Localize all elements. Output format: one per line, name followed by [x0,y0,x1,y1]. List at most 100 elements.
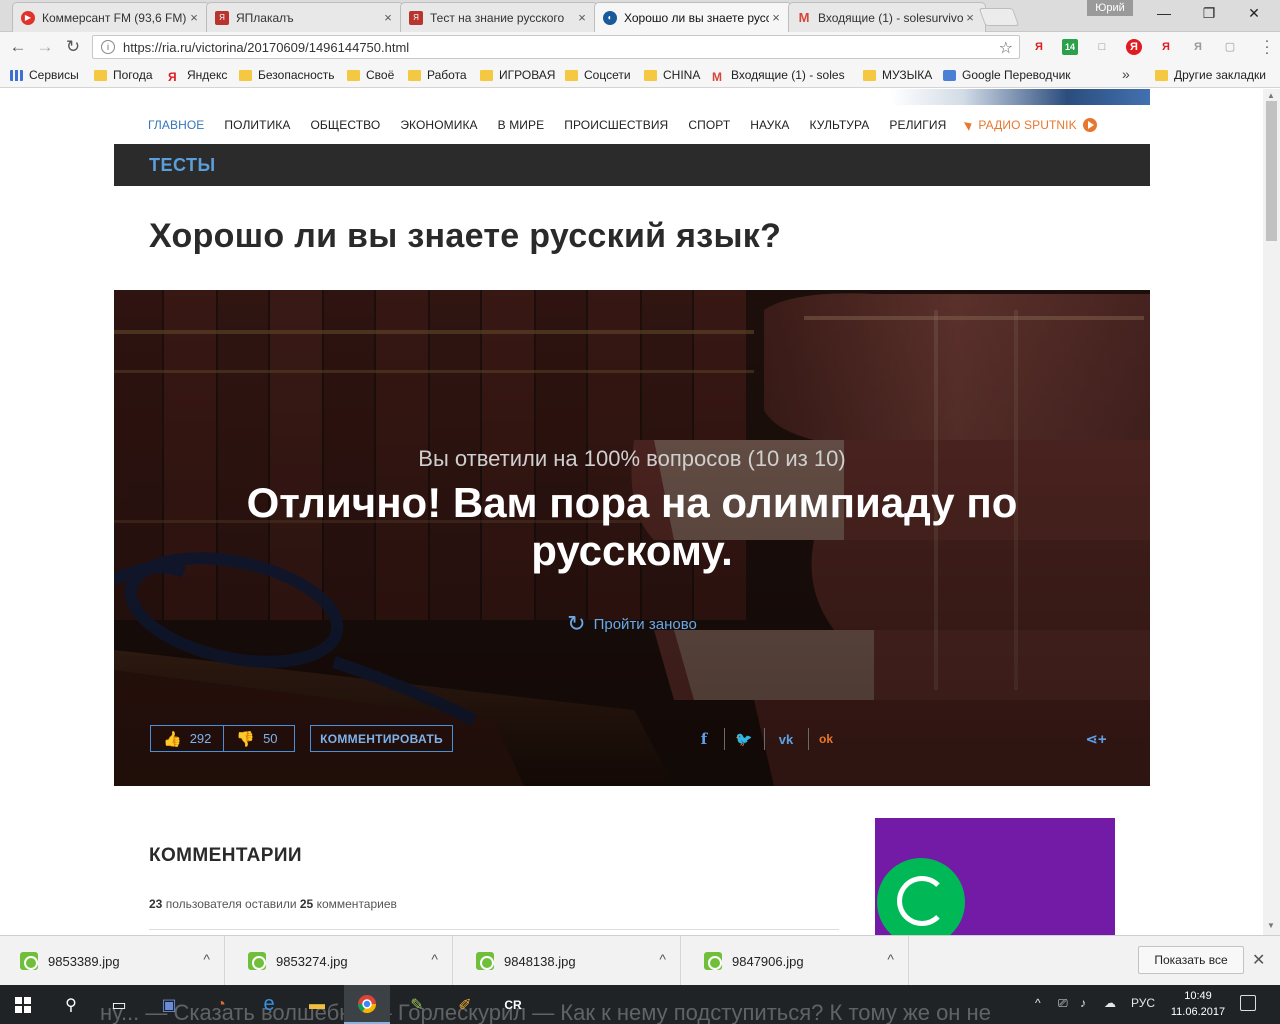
download-item[interactable]: 9847906.jpg ^ [684,936,909,986]
other-bookmarks[interactable]: Другие закладки [1155,67,1266,83]
bookmark-translate[interactable]: Google Переводчик [943,67,1071,83]
bookmark-folder[interactable]: CHINA [644,67,700,83]
system-clock[interactable]: 10:49 11.06.2017 [1168,988,1228,1020]
network-icon[interactable]: ⎚ [1058,996,1068,1011]
browser-tab[interactable]: M Входящие (1) - solesurvivor × [788,2,986,32]
bookmark-folder[interactable]: Безопасность [239,67,335,83]
scroll-up-icon[interactable]: ▲ [1267,91,1275,100]
nav-item-religion[interactable]: РЕЛИГИЯ [889,118,946,132]
forward-button[interactable]: → [35,37,55,57]
bookmark-folder[interactable]: ИГРОВАЯ [480,67,555,83]
odnoklassniki-icon[interactable]: ok [814,728,838,750]
bookmark-folder[interactable]: Соцсети [565,67,631,83]
maximize-button[interactable]: ❐ [1187,0,1231,26]
download-item[interactable]: 9853274.jpg ^ [228,936,453,986]
tab-close-icon[interactable]: × [187,10,201,25]
nav-item-world[interactable]: В МИРЕ [498,118,545,132]
close-downloads-icon[interactable]: ✕ [1252,950,1265,970]
play-icon[interactable] [1082,117,1097,132]
pdf-extension-icon[interactable]: ▢ [1222,39,1238,55]
nav-item-sport[interactable]: СПОРТ [688,118,730,132]
tab-close-icon[interactable]: × [381,10,395,25]
bookmark-gmail[interactable]: M Входящие (1) - soles [712,67,845,84]
bookmark-label: Сервисы [29,68,79,82]
chevron-up-icon[interactable]: ^ [659,951,666,967]
vk-icon[interactable]: vk [772,728,800,750]
url-text[interactable]: https://ria.ru/victorina/20170609/149614… [123,40,409,55]
facebook-icon[interactable]: f [692,728,716,750]
show-all-downloads-button[interactable]: Показать все [1138,946,1244,974]
feed-extension-icon[interactable]: 14 [1062,39,1078,55]
bookmark-services[interactable]: Сервисы [10,67,79,83]
nav-item-society[interactable]: ОБЩЕСТВО [311,118,381,132]
share-more-icon[interactable]: ⋖+ [1080,728,1112,750]
yandex-extension-icon[interactable]: Я [1158,39,1174,55]
advertisement-banner[interactable] [875,818,1115,935]
tab-close-icon[interactable]: × [769,10,783,25]
tray-chevron-icon[interactable]: ^ [1035,996,1041,1010]
scrollbar-thumb[interactable] [1266,101,1277,241]
language-indicator[interactable]: РУС [1131,996,1155,1010]
onedrive-icon[interactable]: ☁ [1104,996,1116,1010]
twitter-icon[interactable]: 🐦 [732,728,756,750]
bookmark-folder[interactable]: Своё [347,67,394,83]
address-bar[interactable]: i https://ria.ru/victorina/20170609/1496… [92,35,1020,59]
dislike-button[interactable]: 👎 50 [224,725,295,752]
yandex-mail-extension-icon[interactable]: Я [1126,39,1142,55]
task-view-icon[interactable]: ▭ [96,985,142,1024]
scroll-down-icon[interactable]: ▼ [1267,921,1275,930]
bookmarks-overflow-icon[interactable]: » [1122,66,1130,82]
bookmark-star-icon[interactable]: ☆ [999,38,1013,58]
yandex-extension-icon[interactable]: Я [1031,39,1047,55]
browser-tab[interactable]: Я Тест на знание русского × [400,2,598,32]
nav-item-politics[interactable]: ПОЛИТИКА [224,118,290,132]
download-item[interactable]: 9848138.jpg ^ [456,936,681,986]
page-info-icon[interactable]: i [101,40,115,54]
extension-icon[interactable]: □ [1094,39,1110,55]
download-item[interactable]: 9853389.jpg ^ [0,936,225,986]
close-window-button[interactable]: ✕ [1232,0,1276,26]
chevron-up-icon[interactable]: ^ [887,951,894,967]
bookmark-yandex[interactable]: Я Яндекс [168,67,227,84]
nav-item-main[interactable]: ГЛАВНОЕ [148,118,204,132]
tab-close-icon[interactable]: × [575,10,589,25]
browser-menu-icon[interactable]: · · · [1262,33,1272,60]
bookmark-folder[interactable]: Погода [94,67,153,83]
browser-tab-active[interactable]: ◐ Хорошо ли вы знаете русский × [594,2,792,32]
like-button[interactable]: 👍 292 [150,725,225,752]
reload-button[interactable]: ↻ [63,37,83,57]
yandex-extension-icon[interactable]: Я [1190,39,1206,55]
nav-item-science[interactable]: НАУКА [750,118,789,132]
nav-item-culture[interactable]: КУЛЬТУРА [810,118,870,132]
notifications-icon[interactable] [1240,995,1256,1011]
page-scrollbar[interactable]: ▲ ▼ [1263,89,1280,935]
volume-icon[interactable]: ♪ [1080,996,1086,1010]
retry-quiz-link[interactable]: ↻ Пройти заново [114,611,1150,637]
nav-item-incidents[interactable]: ПРОИСШЕСТВИЯ [564,118,668,132]
cr-app-icon[interactable]: CR [490,985,536,1024]
chevron-up-icon[interactable]: ^ [203,951,210,967]
minimize-button[interactable]: — [1142,0,1186,26]
back-button[interactable]: ← [8,37,28,57]
profile-badge[interactable]: Юрий [1087,0,1133,16]
chrome-taskbar-icon[interactable] [344,985,390,1024]
comment-button[interactable]: КОММЕНТИРОВАТЬ [310,725,453,752]
new-tab-button[interactable] [978,8,1020,26]
save-app-icon[interactable]: ▣ [146,985,192,1024]
bookmark-folder[interactable]: Работа [408,67,467,83]
start-button[interactable] [0,985,46,1024]
browser-tab[interactable]: Я ЯПлакалъ × [206,2,404,32]
radio-sputnik-link[interactable]: РАДИО SPUTNIK [964,117,1097,132]
paint-icon[interactable]: ✎ [394,985,440,1024]
chevron-up-icon[interactable]: ^ [431,951,438,967]
section-title[interactable]: ТЕСТЫ [149,155,216,176]
file-explorer-icon[interactable]: ▬ [294,985,340,1024]
edge-icon[interactable]: e [246,985,292,1024]
nav-item-economy[interactable]: ЭКОНОМИКА [400,118,477,132]
browser-tab[interactable]: ▶ Коммерсант FM (93,6 FM) × [12,2,210,32]
search-icon[interactable]: ⚲ [48,985,94,1024]
bookmark-folder[interactable]: МУЗЫКА [863,67,932,83]
tab-close-icon[interactable]: × [963,10,977,25]
app-icon[interactable]: ✐ [442,985,488,1024]
ccleaner-icon[interactable]: ◔ [198,985,244,1024]
